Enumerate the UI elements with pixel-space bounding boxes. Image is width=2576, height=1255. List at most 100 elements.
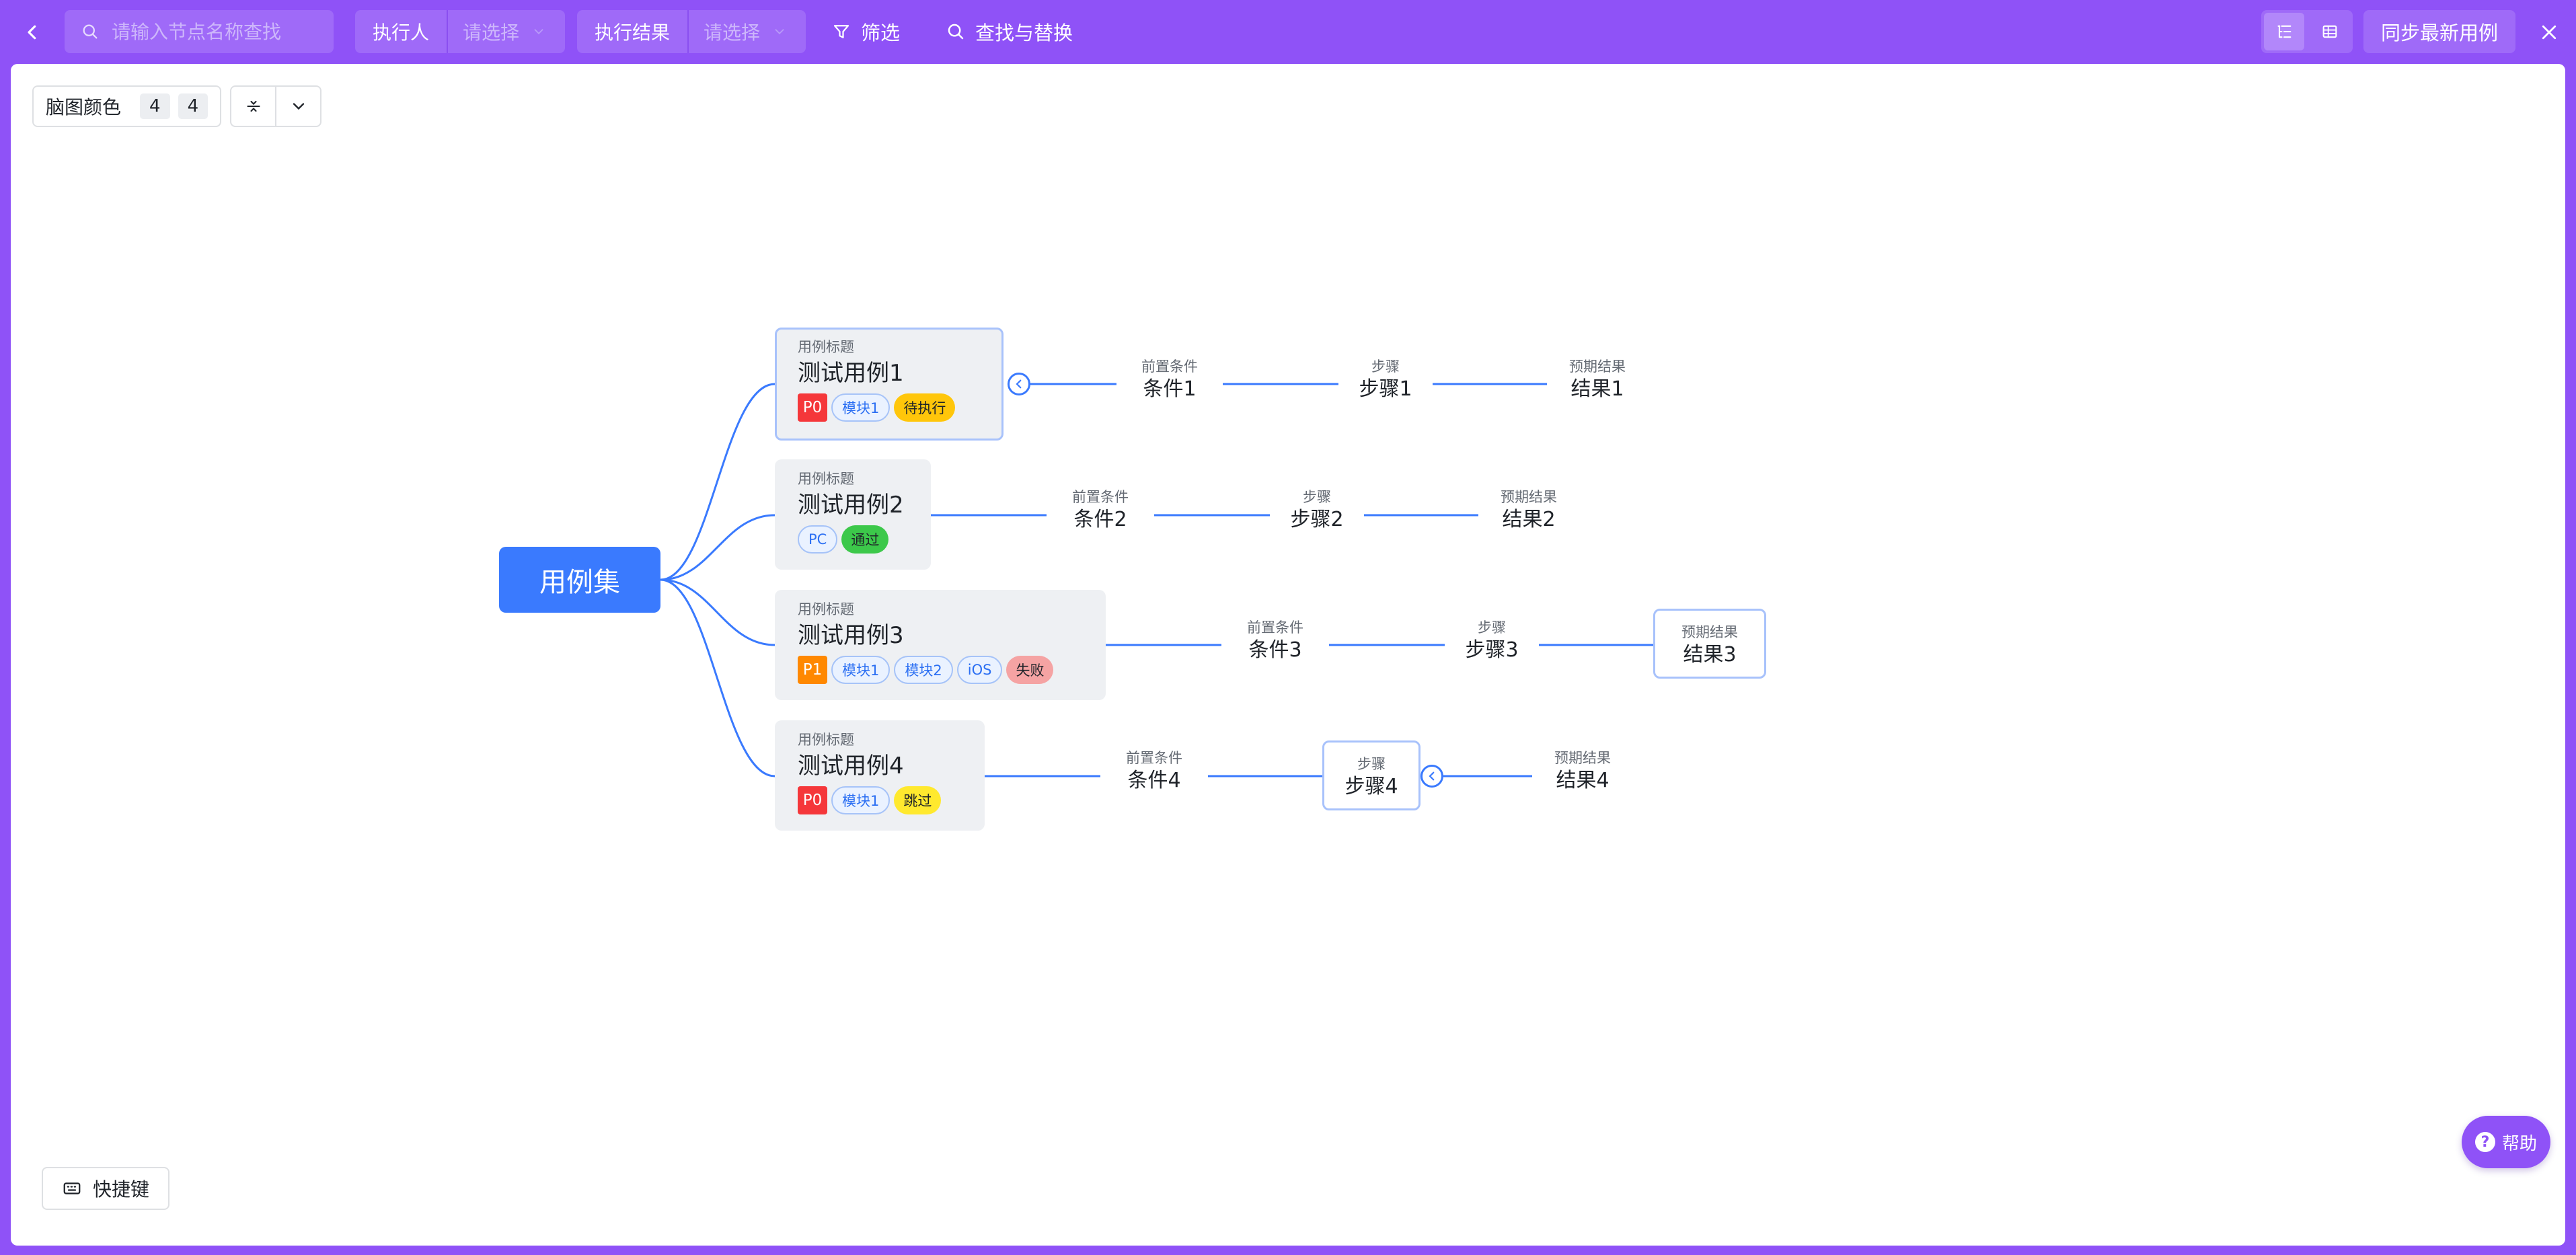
case-node-1[interactable]: 用例标题 测试用例1 P0 模块1 待执行 xyxy=(775,328,1003,441)
expected-result-caption: 预期结果 xyxy=(1554,750,1611,766)
executor-value[interactable]: 请选择 xyxy=(448,10,561,53)
find-replace-label: 查找与替换 xyxy=(975,22,1073,44)
step-node-4[interactable]: 步骤 步骤4 xyxy=(1322,740,1420,810)
step-node-2[interactable]: 步骤 步骤2 xyxy=(1270,488,1364,533)
case-node-3[interactable]: 用例标题 测试用例3 P1 模块1 模块2 iOS 失败 xyxy=(775,590,1106,700)
filter-button[interactable]: 筛选 xyxy=(831,10,900,53)
module-tag: 模块1 xyxy=(831,393,891,422)
precondition-caption: 前置条件 xyxy=(1072,489,1129,505)
step-value: 步骤3 xyxy=(1465,638,1519,662)
filter-label: 筛选 xyxy=(861,22,901,44)
filter-icon xyxy=(833,25,849,38)
module-tag: 模块1 xyxy=(831,786,891,814)
chevron-down-icon xyxy=(775,29,784,35)
status-badge: 失败 xyxy=(1006,656,1054,684)
module-tag: 模块1 xyxy=(831,656,891,684)
case-node-2[interactable]: 用例标题 测试用例2 PC 通过 xyxy=(775,459,931,570)
chevron-left-icon xyxy=(1429,771,1435,781)
step-value: 步骤2 xyxy=(1290,508,1344,531)
expected-result-caption: 预期结果 xyxy=(1501,489,1557,505)
mindmap-canvas[interactable]: 脑图颜色 4 4 用例集 用例标题 测试用例1 P0 模块1 待执行 前置条件 … xyxy=(11,64,2565,1246)
case-title-caption: 用例标题 xyxy=(798,471,854,487)
find-replace-button[interactable]: 查找与替换 xyxy=(946,10,1073,53)
precondition-node-4[interactable]: 前置条件 条件4 xyxy=(1100,749,1208,794)
step-node-1[interactable]: 步骤 步骤1 xyxy=(1338,357,1433,403)
shortcut-keys-label: 快捷键 xyxy=(93,1178,150,1201)
expected-result-value: 结果2 xyxy=(1502,508,1556,531)
status-badge: 通过 xyxy=(841,525,889,554)
priority-tag: P1 xyxy=(798,656,827,684)
help-label: 帮助 xyxy=(2501,1133,2537,1154)
question-icon: ? xyxy=(2474,1132,2495,1152)
case-title-caption: 用例标题 xyxy=(798,732,854,748)
step-value: 步骤1 xyxy=(1359,377,1412,401)
result-placeholder: 请选择 xyxy=(704,22,761,44)
executor-select[interactable]: 执行人 请选择 xyxy=(355,10,565,53)
expected-result-value: 结果4 xyxy=(1556,769,1609,792)
expected-result-value: 结果1 xyxy=(1570,377,1624,401)
node-search-box[interactable] xyxy=(65,10,334,53)
case-tags: P0 模块1 待执行 xyxy=(798,393,981,422)
priority-tag: P0 xyxy=(798,786,827,814)
case-title: 测试用例2 xyxy=(798,492,904,519)
view-mode-toggle xyxy=(2261,10,2353,53)
chevron-down-icon xyxy=(534,29,543,35)
status-badge: 跳过 xyxy=(894,786,942,814)
step-caption: 步骤 xyxy=(1357,756,1386,772)
expected-result-value: 结果3 xyxy=(1683,643,1737,667)
precondition-node-2[interactable]: 前置条件 条件2 xyxy=(1047,488,1154,533)
precondition-value: 条件2 xyxy=(1073,508,1127,531)
result-select[interactable]: 执行结果 请选择 xyxy=(577,10,806,53)
expected-result-caption: 预期结果 xyxy=(1569,358,1626,375)
case-tags: P1 模块1 模块2 iOS 失败 xyxy=(798,656,1083,684)
expected-result-node-3[interactable]: 预期结果 结果3 xyxy=(1653,609,1766,679)
precondition-caption: 前置条件 xyxy=(1247,619,1303,636)
close-icon xyxy=(2542,25,2556,40)
search-icon xyxy=(83,24,98,39)
priority-tag: P0 xyxy=(798,393,827,422)
chevron-left-icon xyxy=(28,25,36,40)
case-title: 测试用例4 xyxy=(798,753,904,779)
step-caption: 步骤 xyxy=(1303,489,1331,505)
collapse-toggle-1[interactable] xyxy=(1008,373,1030,395)
mindmap-icon xyxy=(2277,25,2291,38)
case-title-caption: 用例标题 xyxy=(798,339,854,355)
case-title: 测试用例3 xyxy=(798,622,904,649)
back-button[interactable] xyxy=(13,13,51,51)
shortcut-keys-button[interactable]: 快捷键 xyxy=(42,1167,170,1210)
precondition-node-3[interactable]: 前置条件 条件3 xyxy=(1221,618,1329,664)
case-tags: P0 模块1 跳过 xyxy=(798,786,962,814)
step-node-3[interactable]: 步骤 步骤3 xyxy=(1445,618,1539,664)
result-value[interactable]: 请选择 xyxy=(689,10,802,53)
case-tags: PC 通过 xyxy=(798,525,908,554)
precondition-value: 条件3 xyxy=(1248,638,1302,662)
step-caption: 步骤 xyxy=(1478,619,1506,636)
step-caption: 步骤 xyxy=(1371,358,1400,375)
chevron-left-icon xyxy=(1016,379,1022,389)
mindmap-root-node[interactable]: 用例集 xyxy=(499,547,660,613)
precondition-value: 条件1 xyxy=(1143,377,1197,401)
table-view-button[interactable] xyxy=(2310,13,2350,50)
case-title-caption: 用例标题 xyxy=(798,601,854,617)
module-tag: iOS xyxy=(956,656,1003,684)
executor-label: 执行人 xyxy=(355,10,449,53)
executor-placeholder: 请选择 xyxy=(463,22,520,44)
case-title: 测试用例1 xyxy=(798,360,904,387)
step-value: 步骤4 xyxy=(1344,775,1398,798)
sync-latest-cases-button[interactable]: 同步最新用例 xyxy=(2363,10,2516,53)
close-button[interactable] xyxy=(2534,17,2564,47)
expected-result-node-2[interactable]: 预期结果 结果2 xyxy=(1478,488,1579,533)
expected-result-node-1[interactable]: 预期结果 结果1 xyxy=(1547,357,1648,403)
precondition-node-1[interactable]: 前置条件 条件1 xyxy=(1116,357,1223,403)
mindmap-view-button[interactable] xyxy=(2264,13,2304,50)
help-button[interactable]: ? 帮助 xyxy=(2462,1116,2550,1168)
collapse-toggle-4[interactable] xyxy=(1420,765,1443,788)
case-node-4[interactable]: 用例标题 测试用例4 P0 模块1 跳过 xyxy=(775,720,985,831)
precondition-caption: 前置条件 xyxy=(1141,358,1198,375)
expected-result-node-4[interactable]: 预期结果 结果4 xyxy=(1532,749,1633,794)
result-label: 执行结果 xyxy=(577,10,689,53)
precondition-value: 条件4 xyxy=(1127,769,1181,792)
expected-result-caption: 预期结果 xyxy=(1681,624,1738,640)
node-search-input[interactable] xyxy=(110,20,315,44)
table-icon xyxy=(2322,25,2337,38)
